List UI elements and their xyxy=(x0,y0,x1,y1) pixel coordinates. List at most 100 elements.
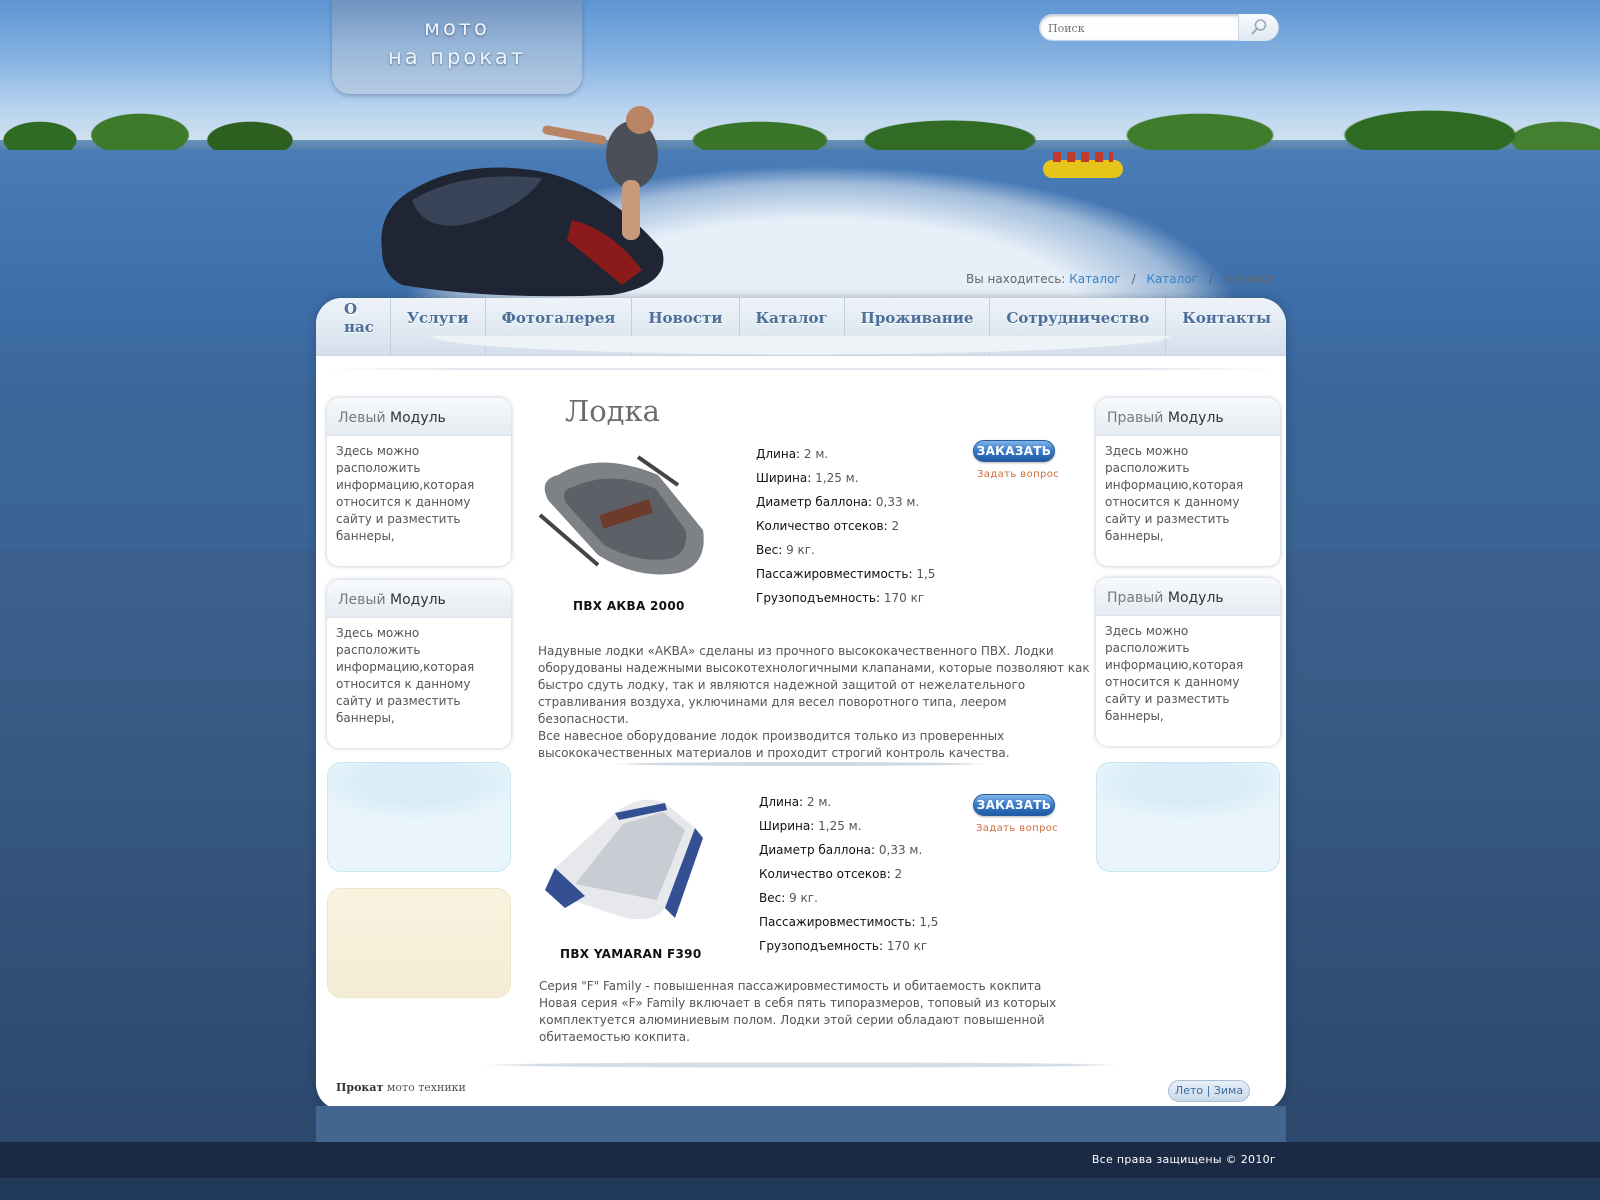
spec-key: Пассажировместимость: xyxy=(756,567,913,581)
spec-value: 1,5 xyxy=(916,567,936,581)
page-title: Лодка xyxy=(565,394,660,428)
magnifier-icon xyxy=(1251,19,1267,35)
product-name: ПВХ YAMARAN F390 xyxy=(560,947,702,961)
spec-value: 1,25 м. xyxy=(815,471,859,485)
description-line: стравливания воздуха, уключинами для вес… xyxy=(538,695,1007,726)
bottom-bar: Все права защищены © 2010г xyxy=(0,1142,1600,1178)
spec-row: Ширина: 1,25 м. xyxy=(756,466,935,490)
description-line: быстро сдуть лодку, так и являются надеж… xyxy=(538,678,1026,692)
spec-key: Количество отсеков: xyxy=(759,867,891,881)
description-line: Серия "F" Family - повышенная пассажиров… xyxy=(539,979,1042,993)
right-banner-blue[interactable] xyxy=(1096,762,1280,872)
spec-key: Ширина: xyxy=(759,819,815,833)
module-title: Левый Модуль xyxy=(327,398,511,436)
module-title-light: Правый xyxy=(1107,410,1164,426)
spec-value: 2 м. xyxy=(806,795,832,809)
module-title-light: Правый xyxy=(1107,590,1164,606)
spec-row: Грузоподъемность: 170 кг xyxy=(759,934,938,958)
breadcrumb-link-1[interactable]: Каталог xyxy=(1069,272,1121,286)
breadcrumb-link-2[interactable]: Каталог xyxy=(1146,272,1198,286)
left-module-2: Левый Модуль Здесь можно расположить инф… xyxy=(327,580,511,748)
content-top-divider xyxy=(325,368,1277,370)
page-bottom-background xyxy=(0,1178,1600,1200)
description-line: Все навесное оборудование лодок производ… xyxy=(538,729,1005,743)
product-description: Серия "F" Family - повышенная пассажиров… xyxy=(539,978,1091,1046)
description-line: комплектуется алюминиевым полом. Лодки э… xyxy=(539,1013,1045,1027)
description-line: обитаемостью кокпита. xyxy=(539,1030,690,1044)
module-text: Здесь можно расположить информацию,котор… xyxy=(1105,624,1244,723)
spec-row: Вес: 9 кг. xyxy=(756,538,935,562)
right-module-2: Правый Модуль Здесь можно расположить ин… xyxy=(1096,578,1280,746)
logo-line-1: мото xyxy=(424,16,490,40)
left-banner-blue[interactable] xyxy=(327,762,511,872)
product-specs: Длина: 2 м. Ширина: 1,25 м. Диаметр балл… xyxy=(756,442,935,610)
search-input[interactable] xyxy=(1048,19,1238,37)
spec-key: Грузоподъемность: xyxy=(759,939,884,953)
spec-value: 9 кг. xyxy=(786,543,815,557)
order-button[interactable]: ЗАКАЗАТЬ xyxy=(973,440,1055,462)
logo-line-2: на прокат xyxy=(388,45,526,69)
search-button[interactable] xyxy=(1238,14,1278,41)
copyright-year: © 2010г xyxy=(1225,1153,1276,1166)
order-button[interactable]: ЗАКАЗАТЬ xyxy=(973,794,1055,816)
spec-value: 2 xyxy=(891,519,900,533)
spec-row: Ширина: 1,25 м. xyxy=(759,814,938,838)
spec-value: 1,25 м. xyxy=(818,819,862,833)
copyright: Все права защищены © 2010г xyxy=(1092,1153,1276,1166)
spec-row: Длина: 2 м. xyxy=(759,790,938,814)
nav-wave-decoration xyxy=(316,336,1286,376)
spec-key: Пассажировместимость: xyxy=(759,915,916,929)
module-title-dark: Модуль xyxy=(1167,590,1224,606)
breadcrumb-separator: / xyxy=(1208,272,1213,286)
breadcrumb-prefix: Вы находитесь: xyxy=(966,272,1066,286)
spec-key: Вес: xyxy=(759,891,786,905)
ask-question-link[interactable]: Задать вопрос xyxy=(976,823,1058,834)
spec-row: Диаметр баллона: 0,33 м. xyxy=(759,838,938,862)
spec-row: Грузоподъемность: 170 кг xyxy=(756,586,935,610)
spec-key: Длина: xyxy=(756,447,801,461)
breadcrumb-separator: / xyxy=(1131,272,1136,286)
spec-key: Диаметр баллона: xyxy=(759,843,876,857)
spec-value: 0,33 м. xyxy=(878,843,923,857)
spec-value: 0,33 м. xyxy=(875,495,920,509)
footer-divider xyxy=(330,1060,1275,1072)
spec-value: 170 кг xyxy=(883,591,925,605)
module-title-light: Левый xyxy=(338,410,386,426)
product-description: Надувные лодки «АКВА» сделаны из прочног… xyxy=(538,643,1090,762)
spec-value: 1,5 xyxy=(919,915,939,929)
product-specs: Длина: 2 м. Ширина: 1,25 м. Диаметр балл… xyxy=(759,790,938,958)
left-banner-cream[interactable] xyxy=(327,888,511,998)
spec-value: 2 xyxy=(894,867,903,881)
spec-row: Количество отсеков: 2 xyxy=(759,862,938,886)
footer-brand-rest: мото техники xyxy=(386,1081,466,1094)
spec-row: Пассажировместимость: 1,5 xyxy=(756,562,935,586)
site-logo[interactable]: мото на прокат xyxy=(332,0,582,94)
breadcrumb: Вы находитесь: Каталог / Каталог / Катал… xyxy=(966,272,1275,286)
spec-key: Количество отсеков: xyxy=(756,519,888,533)
spec-key: Вес: xyxy=(756,543,783,557)
module-title: Левый Модуль xyxy=(327,580,511,618)
right-module-1: Правый Модуль Здесь можно расположить ин… xyxy=(1096,398,1280,566)
boat-akva-2000-image[interactable] xyxy=(538,455,710,580)
spec-row: Вес: 9 кг. xyxy=(759,886,938,910)
footer-brand: Прокат мото техники xyxy=(336,1081,466,1094)
description-line: Новая серия «F» Family включает в себя п… xyxy=(539,996,1057,1010)
product-name: ПВХ АКВА 2000 xyxy=(573,599,685,613)
spec-value: 9 кг. xyxy=(789,891,818,905)
season-winter-link[interactable]: Зима xyxy=(1214,1084,1243,1097)
description-line: Надувные лодки «АКВА» сделаны из прочног… xyxy=(538,644,1054,658)
ask-question-link[interactable]: Задать вопрос xyxy=(977,469,1059,480)
module-title: Правый Модуль xyxy=(1096,578,1280,616)
jetski-rider-image xyxy=(381,106,664,297)
boat-yamaran-f390-image[interactable] xyxy=(545,798,705,928)
module-title-light: Левый xyxy=(338,592,386,608)
module-title: Правый Модуль xyxy=(1096,398,1280,436)
season-summer-link[interactable]: Лето xyxy=(1175,1084,1203,1097)
module-text: Здесь можно расположить информацию,котор… xyxy=(336,444,475,543)
spec-row: Длина: 2 м. xyxy=(756,442,935,466)
spec-value: 170 кг xyxy=(886,939,928,953)
breadcrumb-current: Каталог xyxy=(1223,272,1276,286)
spec-row: Пассажировместимость: 1,5 xyxy=(759,910,938,934)
module-text: Здесь можно расположить информацию,котор… xyxy=(1105,444,1244,543)
spec-row: Количество отсеков: 2 xyxy=(756,514,935,538)
